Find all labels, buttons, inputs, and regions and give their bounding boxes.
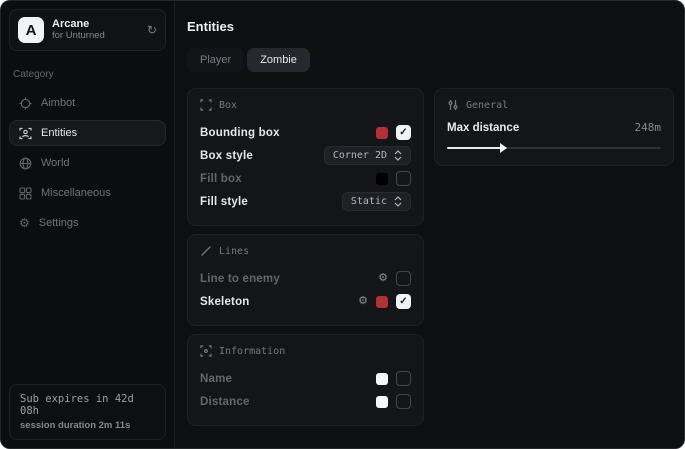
unfold-icon [394,196,402,207]
fill-style-value: Static [351,196,387,207]
skeleton-row: Skeleton ⚙ [200,290,411,313]
skeleton-color-swatch[interactable] [376,296,388,308]
globe-icon [19,157,32,170]
distance-row: Distance [200,390,411,413]
line-icon [200,245,212,257]
box-section: Box Bounding box Box style Corner 2D [187,88,424,226]
sidebar: A Arcane for Unturned ↻ Category Aimbot … [1,1,175,448]
name-label: Name [200,373,232,385]
grid-icon [19,187,32,200]
name-color-swatch[interactable] [376,373,388,385]
lines-section: Lines Line to enemy ⚙ Skeleton ⚙ [187,234,424,326]
sync-icon[interactable]: ↻ [147,24,157,36]
slider-thumb[interactable] [500,143,507,153]
person-scan-icon [19,127,32,140]
subscription-card: Sub expires in 42d 08h session duration … [9,384,166,440]
max-distance-label: Max distance [447,122,519,134]
subscription-expiry: Sub expires in 42d 08h [20,393,155,417]
app-name: Arcane [52,18,139,31]
general-section: General Max distance 248m [434,88,674,166]
name-checkbox[interactable] [396,371,411,386]
line-to-enemy-row: Line to enemy ⚙ [200,267,411,290]
skeleton-settings-icon[interactable]: ⚙ [358,296,368,307]
bounding-box-row: Bounding box [200,121,411,144]
sidebar-item-settings[interactable]: ⚙ Settings [9,210,166,236]
max-distance-slider[interactable] [447,143,661,153]
bounding-box-checkbox[interactable] [396,125,411,140]
app-header-card: A Arcane for Unturned ↻ [9,9,166,51]
session-duration: session duration 2m 11s [20,420,155,431]
fill-box-checkbox[interactable] [396,171,411,186]
entity-tabs: Player Zombie [187,48,674,72]
page-title: Entities [187,19,674,34]
distance-checkbox[interactable] [396,394,411,409]
skeleton-label: Skeleton [200,296,250,308]
main-content: Entities Player Zombie Box Bounding box [175,1,685,448]
crosshair-icon [19,97,32,110]
line-to-enemy-settings-icon[interactable]: ⚙ [378,273,388,284]
line-to-enemy-checkbox[interactable] [396,271,411,286]
bounding-box-color-swatch[interactable] [376,127,388,139]
information-section-title: Information [219,346,285,357]
lines-section-title: Lines [219,246,249,257]
fill-box-row: Fill box [200,167,411,190]
general-section-title: General [466,100,508,111]
sidebar-item-label: Aimbot [41,97,75,109]
tab-zombie[interactable]: Zombie [247,48,310,72]
line-to-enemy-label: Line to enemy [200,273,280,285]
box-style-label: Box style [200,150,253,162]
gear-icon: ⚙ [19,217,30,229]
app-meta: Arcane for Unturned [52,18,139,42]
unfold-icon [394,150,402,161]
sidebar-item-label: Settings [39,217,79,229]
information-section: Information Name Distance [187,334,424,426]
app-window: A Arcane for Unturned ↻ Category Aimbot … [0,0,685,449]
box-section-title: Box [219,100,237,111]
sidebar-item-label: Miscellaneous [41,187,111,199]
sidebar-item-aimbot[interactable]: Aimbot [9,90,166,116]
fill-box-color-swatch[interactable] [376,173,388,185]
box-style-value: Corner 2D [333,150,387,161]
app-logo: A [18,17,44,43]
sidebar-item-entities[interactable]: Entities [9,120,166,146]
category-label: Category [13,69,166,80]
tab-player[interactable]: Player [187,48,244,72]
fill-style-row: Fill style Static [200,190,411,213]
slider-fill [447,147,501,149]
sidebar-nav: Aimbot Entities World Miscellaneous ⚙ Se… [9,90,166,236]
sliders-icon [447,99,459,111]
sidebar-item-miscellaneous[interactable]: Miscellaneous [9,180,166,206]
fill-box-label: Fill box [200,173,242,185]
distance-label: Distance [200,396,250,408]
sidebar-item-label: World [41,157,70,169]
name-row: Name [200,367,411,390]
fill-style-dropdown[interactable]: Static [342,192,411,211]
sidebar-item-world[interactable]: World [9,150,166,176]
distance-color-swatch[interactable] [376,396,388,408]
skeleton-checkbox[interactable] [396,294,411,309]
box-corners-icon [200,99,212,111]
sidebar-item-label: Entities [41,127,77,139]
fill-style-label: Fill style [200,196,248,208]
bounding-box-label: Bounding box [200,127,280,139]
box-style-dropdown[interactable]: Corner 2D [324,146,411,165]
app-subtitle: for Unturned [52,31,139,42]
info-scan-icon [200,345,212,357]
max-distance-value: 248m [635,121,662,134]
box-style-row: Box style Corner 2D [200,144,411,167]
